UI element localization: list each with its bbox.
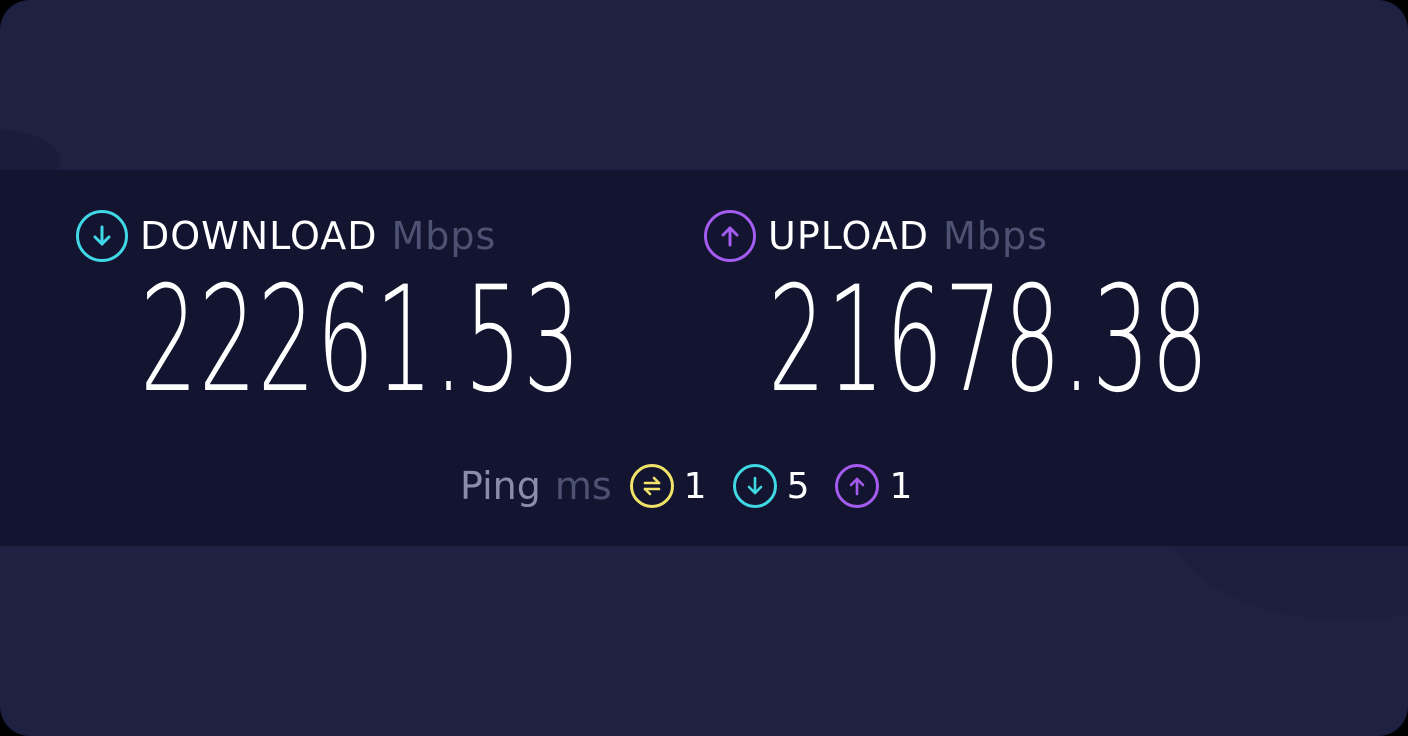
upload-unit: Mbps: [943, 214, 1048, 258]
ping-idle: 1: [629, 464, 707, 508]
upload-arrow-icon: [835, 464, 880, 508]
ping-idle-value: 1: [683, 465, 707, 507]
ping-upload-value: 1: [889, 465, 913, 507]
jitter-icon: [629, 464, 674, 508]
ping-row: Ping ms 1 5 1: [460, 462, 938, 510]
ping-unit: ms: [554, 464, 612, 508]
results-band: DOWNLOAD Mbps 22261.53 UPLOAD Mbps 21678…: [0, 170, 1408, 546]
ping-download-value: 5: [786, 465, 810, 507]
upload-arrow-icon: [704, 210, 756, 262]
ping-label: Ping: [460, 464, 541, 508]
download-arrow-icon: [76, 210, 128, 262]
upload-speed-value: 21678.38: [768, 255, 1210, 425]
download-unit: Mbps: [391, 214, 497, 258]
download-speed-value: 22261.53: [140, 255, 582, 425]
upload-label: UPLOAD: [768, 214, 930, 258]
download-arrow-icon: [732, 464, 777, 508]
ping-upload: 1: [835, 464, 912, 508]
ping-download: 5: [732, 464, 810, 508]
download-label: DOWNLOAD: [140, 214, 378, 258]
speedtest-results-card: DOWNLOAD Mbps 22261.53 UPLOAD Mbps 21678…: [0, 0, 1408, 736]
